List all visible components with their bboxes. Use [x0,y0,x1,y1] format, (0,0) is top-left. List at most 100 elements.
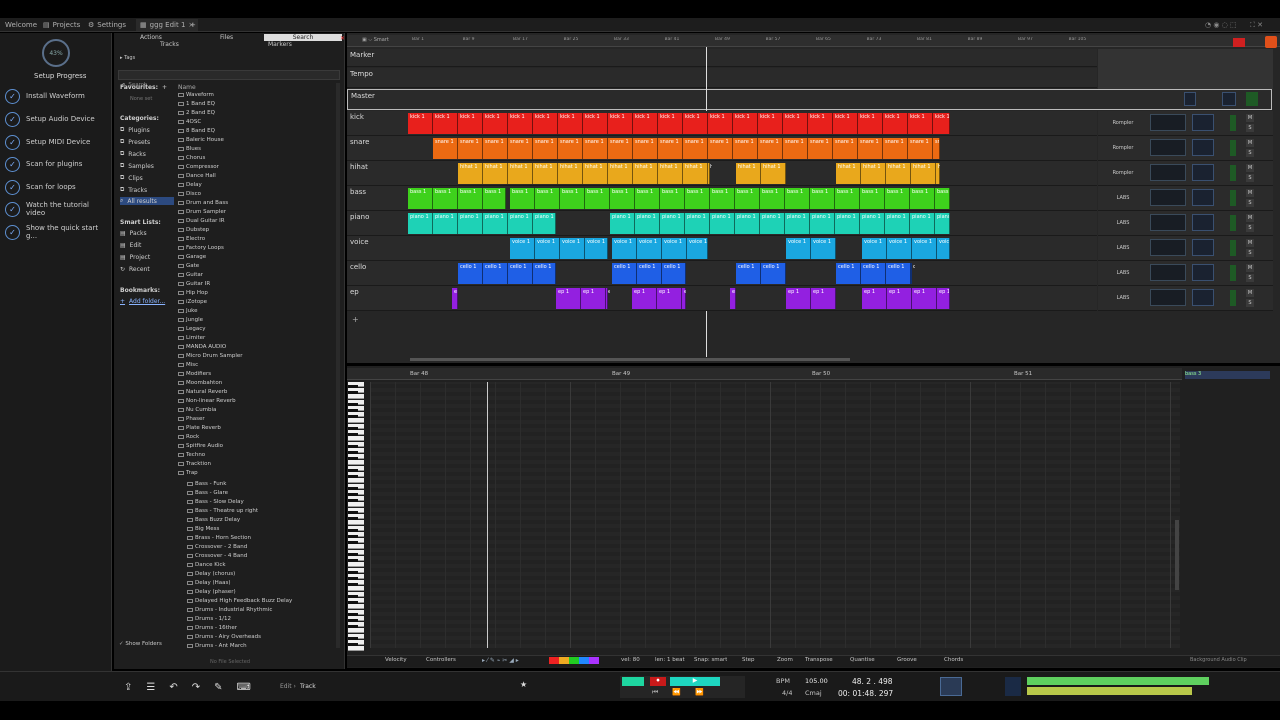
folder-item[interactable]: Nu Cumbia [178,407,216,413]
clip[interactable]: kick 1 [533,113,558,134]
clip[interactable]: kick 1 [933,113,950,134]
folder-item[interactable]: Drum Sampler [178,209,226,215]
clip[interactable]: hihat 1 [508,163,533,184]
clip[interactable]: ep 1 [730,288,736,309]
piano-key[interactable] [348,604,364,609]
clip[interactable]: piano 1 [483,213,508,234]
clip[interactable]: ep 1 [937,288,950,309]
clip[interactable]: cello 1 [836,263,861,284]
add-folder-link[interactable]: + Add folder... [120,298,165,305]
mute-button[interactable]: M [1246,164,1254,172]
track-name[interactable]: cello [350,263,366,271]
browser-tab-search[interactable]: Search [264,34,342,41]
plugin-name[interactable]: LABS [1108,270,1138,276]
piano-key[interactable] [348,385,358,388]
piano-key[interactable] [348,451,358,454]
clip[interactable]: bass 1 [685,188,710,209]
clip[interactable]: bass 1 [760,188,785,209]
preset-item[interactable]: Dance Kick [187,562,226,568]
master-output-icon[interactable] [1222,92,1236,106]
piano-key[interactable] [348,403,358,406]
plugin-wave-icon[interactable] [1150,164,1186,181]
category-samples[interactable]: ⧉ Samples [120,162,154,170]
clip[interactable]: hihat 1 [483,163,508,184]
setup-scan-loops[interactable]: ✓ Scan for loops [5,179,110,195]
clip[interactable]: kick 1 [683,113,708,134]
track-name[interactable]: hihat [350,163,368,171]
footer-tool-icons[interactable]: ⇪☰↶↷✎⌨ [124,682,265,693]
clip[interactable]: bass 1 [910,188,935,209]
mute-button[interactable]: M [1246,114,1254,122]
clip[interactable]: hihat 1 [683,163,708,184]
piano-key[interactable] [348,427,358,430]
piano-key[interactable] [348,577,358,580]
controllers-tab[interactable]: Controllers [426,657,456,663]
tab-welcome[interactable]: Welcome [5,19,37,31]
track-cello[interactable]: cello cello 1 cello 1 cello 1 cello 1 cello 1… [347,261,1097,286]
folder-item[interactable]: Gate [178,263,199,269]
clip[interactable]: hihat 1 [761,163,786,184]
folder-item[interactable]: Guitar IR [178,281,210,287]
clip[interactable]: hihat 1 [886,163,911,184]
piano-key[interactable] [348,469,358,472]
preset-item[interactable]: Drums - Industrial Rhythmic [187,607,272,613]
master-track[interactable]: Master [347,89,1272,110]
clip-list-item[interactable]: bass 3 [1185,371,1270,379]
record-button[interactable]: ⏺ [650,677,666,686]
plugin-name[interactable]: LABS [1108,220,1138,226]
name-column-header[interactable]: Name [178,84,196,91]
piano-key[interactable] [348,643,358,646]
clip[interactable]: kick 1 [633,113,658,134]
clip[interactable]: kick 1 [408,113,433,134]
clip[interactable]: ep 1 [606,288,610,309]
piano-key[interactable] [348,595,358,598]
clip[interactable]: piano 1 [660,213,685,234]
clip[interactable]: piano 1 [835,213,860,234]
edit-tools-icon[interactable]: ▸ ⁄ ✎ ⌁ ✂ ◢ ▸ [482,657,519,664]
piano-key[interactable] [348,499,358,502]
clip[interactable]: snare 1 [708,138,733,159]
transport-nav-icons[interactable]: ⏮⏪⏩ [652,688,718,697]
piano-key[interactable] [348,529,358,532]
track-kick[interactable]: kick kick 1 kick 1 kick 1 kick 1 kick 1 kick 1… [347,111,1097,136]
smart-snap[interactable]: ▣ ⌵ Smart [362,37,389,43]
clip[interactable]: hihat 1 [708,163,712,184]
clip[interactable]: kick 1 [583,113,608,134]
clip[interactable]: kick 1 [908,113,933,134]
clip[interactable]: bass 1 [785,188,810,209]
preset-item[interactable]: Bass - Funk [187,481,226,487]
plugin-wave-icon[interactable] [1150,289,1186,306]
plugin-name[interactable]: Rompler [1108,120,1138,126]
mute-button[interactable]: M [1246,264,1254,272]
clip[interactable]: kick 1 [883,113,908,134]
clip[interactable]: voice 1 [535,238,560,259]
folder-item[interactable]: MANDA AUDIO [178,344,226,350]
clip[interactable]: hihat 1 [533,163,558,184]
bpm-value[interactable]: 105.00 [805,677,828,685]
track-bass[interactable]: bass bass 1 bass 1 bass 1 bass 1 bass 1 bass 1… [347,186,1097,211]
preset-item[interactable]: Bass Buzz Delay [187,517,240,523]
clip[interactable]: bass 1 [560,188,585,209]
plugin-name[interactable]: Rompler [1108,170,1138,176]
tab-settings[interactable]: ⚙ Settings [88,19,126,31]
color-palette[interactable] [549,657,599,664]
clip[interactable]: snare 1 [608,138,633,159]
clip[interactable]: hihat 1 [936,163,940,184]
clip[interactable]: snare 1 [658,138,683,159]
clip[interactable]: piano 1 [910,213,935,234]
plugin-name[interactable]: LABS [1108,295,1138,301]
clip[interactable]: piano 1 [408,213,433,234]
clip[interactable]: kick 1 [733,113,758,134]
tab-edit[interactable]: ▦ ggg Edit 1 × [136,19,199,31]
track-name[interactable]: ep [350,288,359,296]
piano-key[interactable] [348,415,358,418]
preset-item[interactable]: Bass - Glare [187,490,228,496]
clip[interactable]: ep 1 [811,288,836,309]
output-icon[interactable] [1192,214,1214,231]
browser-tab-tracks[interactable]: Tracks [160,41,179,48]
clip[interactable]: snare 1 [458,138,483,159]
clip[interactable]: snare 1 [508,138,533,159]
clip[interactable]: kick 1 [558,113,583,134]
clip[interactable]: bass 1 [885,188,910,209]
chords-button[interactable]: Chords [944,657,963,663]
